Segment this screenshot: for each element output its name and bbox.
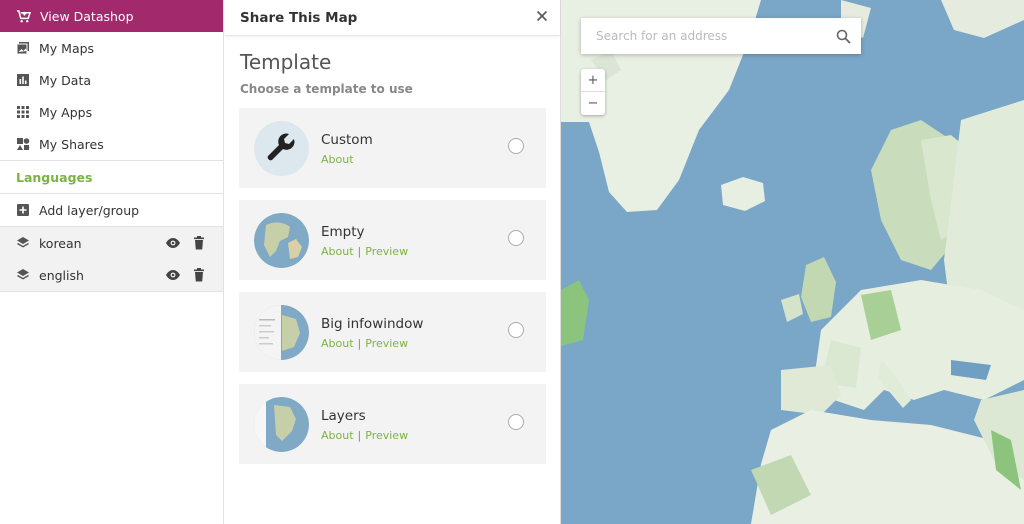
template-links: About | Preview xyxy=(321,429,408,442)
preview-link[interactable]: Preview xyxy=(365,337,408,350)
nav-label: My Apps xyxy=(39,104,93,120)
address-search xyxy=(581,18,861,54)
layer-row[interactable]: english xyxy=(0,259,223,291)
layers-icon xyxy=(17,269,29,280)
template-radio[interactable] xyxy=(508,414,524,430)
datashop-label: View Datashop xyxy=(40,8,134,24)
search-icon[interactable] xyxy=(825,29,861,44)
template-thumbnail xyxy=(254,305,309,360)
link-separator: | xyxy=(357,245,362,258)
sidebar: View Datashop My Maps My Data My Apps My… xyxy=(0,0,224,524)
template-card-empty[interactable]: Empty About | Preview xyxy=(239,200,546,280)
template-title: Big infowindow xyxy=(321,316,424,332)
search-input[interactable] xyxy=(581,18,825,54)
zoom-control: + − xyxy=(581,69,605,115)
template-subtitle: Choose a template to use xyxy=(240,82,413,96)
cart-icon xyxy=(16,9,31,22)
nav-my-apps[interactable]: My Apps xyxy=(0,96,223,128)
data-icon xyxy=(16,73,30,87)
nav-label: My Shares xyxy=(39,136,104,152)
template-card-layers[interactable]: Layers About | Preview xyxy=(239,384,546,464)
panel-title: Share This Map xyxy=(225,0,560,36)
view-datashop-button[interactable]: View Datashop xyxy=(0,0,223,32)
nav-my-shares[interactable]: My Shares xyxy=(0,128,223,160)
layer-name: korean xyxy=(39,235,82,251)
layer-list: korean english xyxy=(0,226,223,292)
zoom-out-button[interactable]: − xyxy=(581,92,605,115)
nav-my-data[interactable]: My Data xyxy=(0,64,223,96)
template-links: About | Preview xyxy=(321,337,408,350)
template-title: Layers xyxy=(321,408,366,424)
nav-my-maps[interactable]: My Maps xyxy=(0,32,223,64)
maps-icon xyxy=(16,41,30,55)
visibility-eye-icon[interactable] xyxy=(165,267,181,283)
basemap xyxy=(561,0,1024,524)
template-links: About | Preview xyxy=(321,245,408,258)
template-links: About xyxy=(321,153,354,166)
template-card-big-infowindow[interactable]: Big infowindow About | Preview xyxy=(239,292,546,372)
add-icon xyxy=(16,203,30,217)
shares-icon xyxy=(16,137,30,151)
about-link[interactable]: About xyxy=(321,337,354,350)
about-link[interactable]: About xyxy=(321,153,354,166)
trash-icon[interactable] xyxy=(191,267,207,283)
preview-link[interactable]: Preview xyxy=(365,245,408,258)
layer-row[interactable]: korean xyxy=(0,227,223,259)
visibility-eye-icon[interactable] xyxy=(165,235,181,251)
about-link[interactable]: About xyxy=(321,429,354,442)
template-radio[interactable] xyxy=(508,138,524,154)
template-radio[interactable] xyxy=(508,230,524,246)
template-thumbnail xyxy=(254,213,309,268)
link-separator: | xyxy=(357,429,362,442)
zoom-in-button[interactable]: + xyxy=(581,69,605,92)
close-icon[interactable] xyxy=(534,8,550,24)
add-layer-button[interactable]: Add layer/group xyxy=(0,194,223,226)
template-heading: Template xyxy=(240,50,332,74)
layers-icon xyxy=(17,237,29,248)
template-thumbnail xyxy=(254,397,309,452)
preview-link[interactable]: Preview xyxy=(365,429,408,442)
link-separator: | xyxy=(357,337,362,350)
layer-name: english xyxy=(39,267,84,283)
trash-icon[interactable] xyxy=(191,235,207,251)
languages-heading: Languages xyxy=(16,169,93,185)
map-view[interactable]: + − xyxy=(561,0,1024,524)
nav-label: My Data xyxy=(39,72,92,88)
share-panel: Share This Map Template Choose a templat… xyxy=(225,0,653,524)
add-layer-label: Add layer/group xyxy=(39,202,140,218)
apps-icon xyxy=(16,105,30,119)
template-radio[interactable] xyxy=(508,322,524,338)
template-title: Empty xyxy=(321,224,365,240)
about-link[interactable]: About xyxy=(321,245,354,258)
app: View Datashop My Maps My Data My Apps My… xyxy=(0,0,1024,524)
template-title: Custom xyxy=(321,132,373,148)
template-card-custom[interactable]: Custom About xyxy=(239,108,546,188)
nav-label: My Maps xyxy=(39,40,95,56)
template-thumbnail xyxy=(254,121,309,176)
